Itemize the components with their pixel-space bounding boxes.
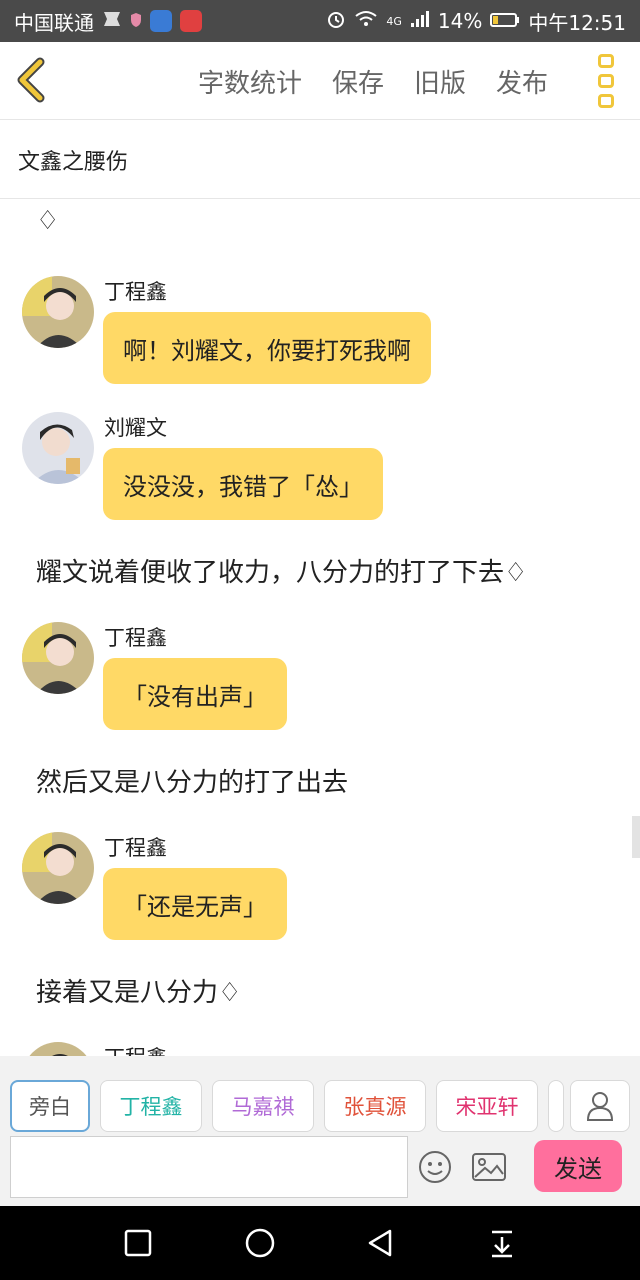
narration-line: 耀文说着便收了收力，八分力的打了下去♢ bbox=[36, 558, 528, 588]
character-selector: 旁白 丁程鑫 马嘉祺 张真源 宋亚轩 bbox=[10, 1080, 564, 1132]
narration-line: ♢ bbox=[36, 206, 60, 236]
manage-characters-button[interactable] bbox=[570, 1080, 630, 1132]
character-chip[interactable]: 宋亚轩 bbox=[436, 1080, 538, 1132]
send-button[interactable]: 发送 bbox=[534, 1140, 622, 1192]
square-icon bbox=[124, 1229, 152, 1257]
avatar bbox=[22, 412, 94, 484]
network-type: 4G bbox=[386, 14, 402, 28]
signal-icon bbox=[410, 9, 430, 33]
avatar bbox=[22, 1042, 94, 1056]
image-icon bbox=[472, 1153, 506, 1181]
wifi-icon bbox=[354, 9, 378, 33]
circle-icon bbox=[245, 1228, 275, 1258]
battery-percent: 14% bbox=[437, 9, 483, 33]
shield-icon bbox=[130, 9, 142, 33]
more-dot-icon bbox=[598, 74, 614, 88]
back-button[interactable] bbox=[10, 56, 58, 104]
narration-line: 接着又是八分力♢ bbox=[36, 978, 242, 1008]
more-dot-icon bbox=[598, 54, 614, 68]
chip-label: 宋亚轩 bbox=[455, 1095, 519, 1119]
avatar bbox=[22, 832, 94, 904]
story-title: 文鑫之腰伤 bbox=[18, 149, 129, 175]
speaker-name: 丁程鑫 bbox=[104, 280, 167, 304]
app-notification-icon bbox=[180, 10, 202, 32]
scrollbar[interactable] bbox=[632, 816, 640, 858]
character-chip[interactable]: 丁程鑫 bbox=[100, 1080, 202, 1132]
input-panel: 旁白 丁程鑫 马嘉祺 张真源 宋亚轩 发送 bbox=[0, 1056, 640, 1206]
story-title-field[interactable]: 文鑫之腰伤 bbox=[0, 121, 640, 199]
chip-label: 旁白 bbox=[29, 1095, 71, 1119]
message-bubble: 「还是无声」 bbox=[103, 868, 287, 940]
speaker-name: 丁程鑫 bbox=[104, 836, 167, 860]
back-nav-button[interactable] bbox=[360, 1223, 400, 1263]
character-chip[interactable] bbox=[548, 1080, 564, 1132]
more-menu-button[interactable] bbox=[594, 54, 618, 108]
word-count-button[interactable]: 字数统计 bbox=[198, 63, 302, 100]
home-button[interactable] bbox=[240, 1223, 280, 1263]
app-notification-icon bbox=[150, 10, 172, 32]
pull-down-icon bbox=[492, 1230, 512, 1258]
character-chip[interactable]: 马嘉祺 bbox=[212, 1080, 314, 1132]
character-chip-narrator[interactable]: 旁白 bbox=[10, 1080, 90, 1132]
message-input[interactable] bbox=[10, 1136, 408, 1198]
status-bar: 中国联通 4G 14% 中午12:51 bbox=[0, 0, 640, 42]
message-bubble: 啊！刘耀文，你要打死我啊 bbox=[103, 312, 431, 384]
more-dot-icon bbox=[598, 94, 614, 108]
save-button[interactable]: 保存 bbox=[332, 63, 384, 100]
speaker-name: 丁程鑫 bbox=[104, 626, 167, 650]
person-icon bbox=[586, 1092, 614, 1121]
emoji-icon bbox=[419, 1151, 451, 1183]
top-toolbar: 字数统计 保存 旧版 发布 bbox=[0, 42, 640, 120]
avatar bbox=[22, 622, 94, 694]
old-version-button[interactable]: 旧版 bbox=[414, 63, 466, 100]
message-bubble: 「没有出声」 bbox=[103, 658, 287, 730]
recent-apps-button[interactable] bbox=[118, 1223, 158, 1263]
triangle-back-icon bbox=[368, 1229, 392, 1257]
notification-icon bbox=[102, 9, 122, 33]
chip-label: 马嘉祺 bbox=[231, 1095, 295, 1119]
notification-shade-button[interactable] bbox=[482, 1223, 522, 1263]
navigation-bar bbox=[0, 1206, 640, 1280]
publish-button[interactable]: 发布 bbox=[496, 63, 548, 100]
avatar bbox=[22, 276, 94, 348]
speaker-name: 丁程鑫 bbox=[104, 1042, 167, 1056]
character-chip[interactable]: 张真源 bbox=[324, 1080, 426, 1132]
speaker-name: 刘耀文 bbox=[104, 416, 167, 440]
chip-label: 张真源 bbox=[343, 1095, 407, 1119]
chevron-left-icon bbox=[17, 57, 45, 103]
battery-icon bbox=[490, 9, 520, 33]
chip-label: 丁程鑫 bbox=[119, 1095, 183, 1119]
clock: 中午12:51 bbox=[528, 10, 626, 35]
narration-line: 然后又是八分力的打了出去 bbox=[36, 768, 349, 798]
message-bubble: 没没没，我错了「怂」 bbox=[103, 448, 383, 520]
alarm-icon bbox=[326, 9, 346, 34]
story-content[interactable]: ♢ 丁程鑫 啊！刘耀文，你要打死我啊 刘耀文 没没没，我错了「怂」 耀文说着便收… bbox=[0, 200, 640, 1056]
send-label: 发送 bbox=[554, 1154, 602, 1183]
image-button[interactable] bbox=[472, 1152, 506, 1182]
emoji-button[interactable] bbox=[418, 1150, 452, 1184]
carrier-name: 中国联通 bbox=[14, 10, 94, 35]
